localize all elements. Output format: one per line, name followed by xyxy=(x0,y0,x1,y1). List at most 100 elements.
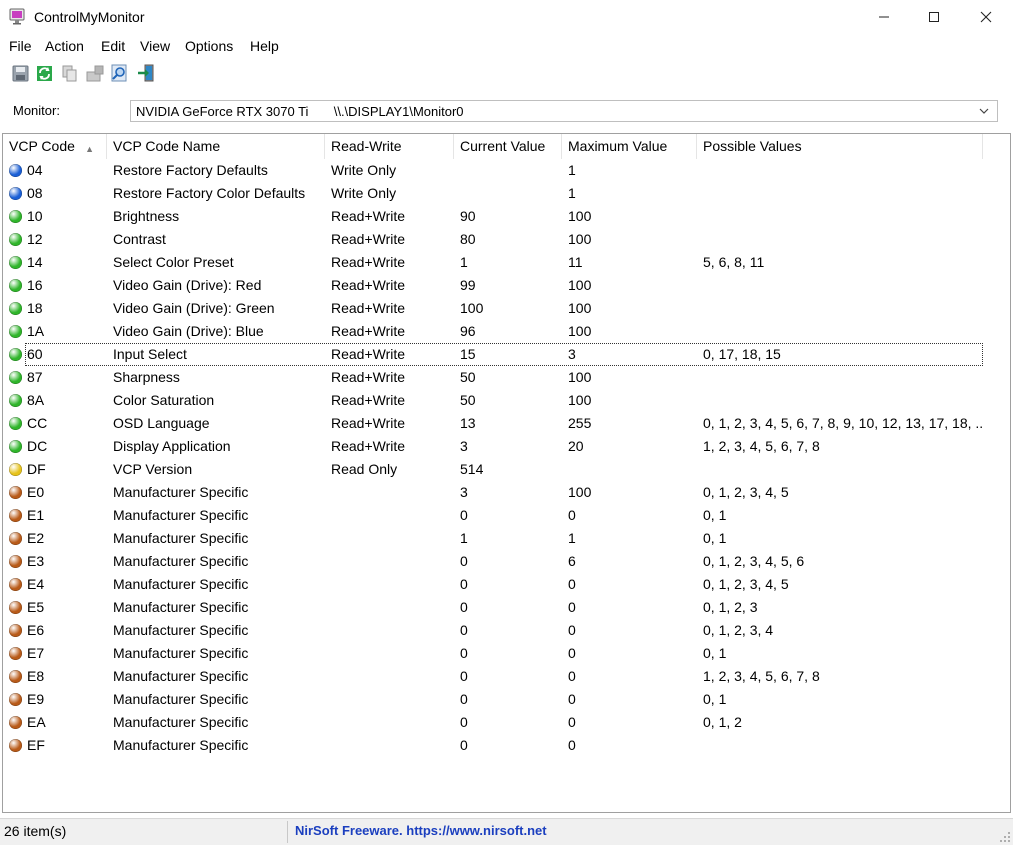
current-value-cell: 15 xyxy=(460,346,476,362)
table-row[interactable]: E6 Manufacturer Specific 0 0 0, 1, 2, 3, 4 xyxy=(3,619,1010,642)
monitor-select[interactable]: NVIDIA GeForce RTX 3070 Ti \\.\DISPLAY1\… xyxy=(130,100,998,122)
table-row[interactable]: 8A Color Saturation Read+Write 50 100 xyxy=(3,389,1010,412)
possible-values-cell: 0, 1, 2, 3, 4 xyxy=(703,622,774,638)
table-row[interactable]: 87 Sharpness Read+Write 50 100 xyxy=(3,366,1010,389)
possible-values-cell xyxy=(703,320,983,343)
table-row[interactable]: CC OSD Language Read+Write 13 255 0, 1, 2, 3,… xyxy=(3,412,1010,435)
column-header-label: Read-Write xyxy=(331,138,402,154)
resize-grip-icon[interactable] xyxy=(999,831,1011,843)
menu-file[interactable]: File xyxy=(9,38,32,54)
table-row[interactable]: E5 Manufacturer Specific 0 0 0, 1, 2, 3 xyxy=(3,596,1010,619)
table-row[interactable]: DC Display Application Read+Write 3 20 1, 2, … xyxy=(3,435,1010,458)
table-row[interactable]: 16 Video Gain (Drive): Red Read+Write 99 100 xyxy=(3,274,1010,297)
status-dot-blue-icon xyxy=(9,187,22,200)
nirsoft-link[interactable]: NirSoft Freeware. https://www.nirsoft.ne… xyxy=(295,823,547,838)
column-header-possible-values[interactable]: Possible Values xyxy=(697,134,983,159)
table-row[interactable]: 18 Video Gain (Drive): Green Read+Write 100… xyxy=(3,297,1010,320)
vcp-name-cell: Manufacturer Specific xyxy=(113,622,249,638)
table-row[interactable]: EF Manufacturer Specific 0 0 xyxy=(3,734,1010,757)
menu-help[interactable]: Help xyxy=(250,38,279,54)
exit-button[interactable] xyxy=(136,63,156,83)
menu-view[interactable]: View xyxy=(140,38,170,54)
maximum-value-cell: 0 xyxy=(568,691,576,707)
table-row[interactable]: E0 Manufacturer Specific 3 100 0, 1, 2, 3, 4… xyxy=(3,481,1010,504)
status-dot-orange-icon xyxy=(9,739,22,752)
vcp-code-cell: E3 xyxy=(27,553,45,569)
menu-edit[interactable]: Edit xyxy=(101,38,125,54)
column-header-maximum-value[interactable]: Maximum Value xyxy=(562,134,697,159)
minimize-icon xyxy=(879,16,889,18)
save-button[interactable] xyxy=(10,63,30,83)
possible-values-cell xyxy=(703,389,983,412)
table-row[interactable]: DF VCP Version Read Only 514 xyxy=(3,458,1010,481)
maximize-button[interactable] xyxy=(908,0,960,34)
current-value-cell: 0 xyxy=(460,507,468,523)
current-value-cell: 0 xyxy=(460,668,468,684)
status-bar: 26 item(s) NirSoft Freeware. https://www… xyxy=(0,818,1013,845)
table-row[interactable]: 08 Restore Factory Color Defaults Write On… xyxy=(3,182,1010,205)
possible-values-cell xyxy=(703,458,983,481)
possible-values-cell xyxy=(703,205,983,228)
menu-action[interactable]: Action xyxy=(45,38,84,54)
column-header-vcp-code[interactable]: VCP Code ▲ xyxy=(3,134,107,159)
status-dot-orange-icon xyxy=(9,601,22,614)
vcp-name-cell: Manufacturer Specific xyxy=(113,737,249,753)
properties-button[interactable] xyxy=(85,63,105,83)
status-dot-orange-icon xyxy=(9,486,22,499)
table-row[interactable]: 12 Contrast Read+Write 80 100 xyxy=(3,228,1010,251)
table-row[interactable]: E3 Manufacturer Specific 0 6 0, 1, 2, 3, 4, … xyxy=(3,550,1010,573)
table-row[interactable]: 04 Restore Factory Defaults Write Only 1 xyxy=(3,159,1010,182)
vcp-name-cell: VCP Version xyxy=(113,461,193,477)
app-window: ControlMyMonitor File Action Edit View O… xyxy=(0,0,1013,845)
vcp-code-cell: E5 xyxy=(27,599,45,615)
table-row[interactable]: E2 Manufacturer Specific 1 1 0, 1 xyxy=(3,527,1010,550)
vcp-code-cell: EA xyxy=(27,714,46,730)
table-row[interactable]: 1A Video Gain (Drive): Blue Read+Write 96 10… xyxy=(3,320,1010,343)
current-value-cell: 0 xyxy=(460,691,468,707)
maximum-value-cell: 100 xyxy=(568,231,592,247)
table-row[interactable]: E4 Manufacturer Specific 0 0 0, 1, 2, 3, 4, … xyxy=(3,573,1010,596)
maximum-value-cell: 1 xyxy=(568,185,576,201)
column-header-label: VCP Code Name xyxy=(113,138,221,154)
maximum-value-cell: 0 xyxy=(568,576,576,592)
status-dot-orange-icon xyxy=(9,647,22,660)
current-value-cell: 0 xyxy=(460,737,468,753)
table-row[interactable]: 14 Select Color Preset Read+Write 1 11 5, 6, … xyxy=(3,251,1010,274)
vcp-code-cell: EF xyxy=(27,737,45,753)
find-icon xyxy=(111,64,127,82)
vcp-name-cell: Manufacturer Specific xyxy=(113,484,249,500)
status-dot-orange-icon xyxy=(9,578,22,591)
close-button[interactable] xyxy=(960,0,1012,34)
column-header-read-write[interactable]: Read-Write xyxy=(325,134,454,159)
maximum-value-cell: 20 xyxy=(568,438,584,454)
table-row[interactable]: E9 Manufacturer Specific 0 0 0, 1 xyxy=(3,688,1010,711)
vcp-name-cell: Manufacturer Specific xyxy=(113,691,249,707)
read-write-cell: Read+Write xyxy=(331,300,406,316)
vcp-list[interactable]: VCP Code ▲ VCP Code Name Read-Write Curr… xyxy=(2,133,1011,813)
vcp-code-cell: 12 xyxy=(27,231,43,247)
table-row[interactable]: E1 Manufacturer Specific 0 0 0, 1 xyxy=(3,504,1010,527)
table-row[interactable]: E7 Manufacturer Specific 0 0 0, 1 xyxy=(3,642,1010,665)
copy-button[interactable] xyxy=(59,63,79,83)
table-row[interactable]: E8 Manufacturer Specific 0 0 1, 2, 3, 4, 5, … xyxy=(3,665,1010,688)
properties-icon xyxy=(86,65,104,81)
minimize-button[interactable] xyxy=(858,0,910,34)
possible-values-cell: 0, 1 xyxy=(703,645,727,661)
vcp-code-cell: 8A xyxy=(27,392,45,408)
column-header-current-value[interactable]: Current Value xyxy=(454,134,562,159)
find-button[interactable] xyxy=(110,63,130,83)
possible-values-cell xyxy=(703,297,983,320)
maximum-value-cell: 1 xyxy=(568,530,576,546)
vcp-name-cell: Manufacturer Specific xyxy=(113,668,249,684)
table-row[interactable]: 60 Input Select Read+Write 15 3 0, 17, 18, 15 xyxy=(3,343,1010,366)
possible-values-cell: 0, 17, 18, 15 xyxy=(703,346,781,362)
maximum-value-cell: 6 xyxy=(568,553,576,569)
column-header-vcp-code-name[interactable]: VCP Code Name xyxy=(107,134,325,159)
menu-options[interactable]: Options xyxy=(185,38,233,54)
maximum-value-cell: 100 xyxy=(568,484,592,500)
refresh-button[interactable] xyxy=(34,63,54,83)
table-row[interactable]: EA Manufacturer Specific 0 0 0, 1, 2 xyxy=(3,711,1010,734)
vcp-code-cell: DF xyxy=(27,461,46,477)
table-row[interactable]: 10 Brightness Read+Write 90 100 xyxy=(3,205,1010,228)
vcp-code-cell: E4 xyxy=(27,576,45,592)
